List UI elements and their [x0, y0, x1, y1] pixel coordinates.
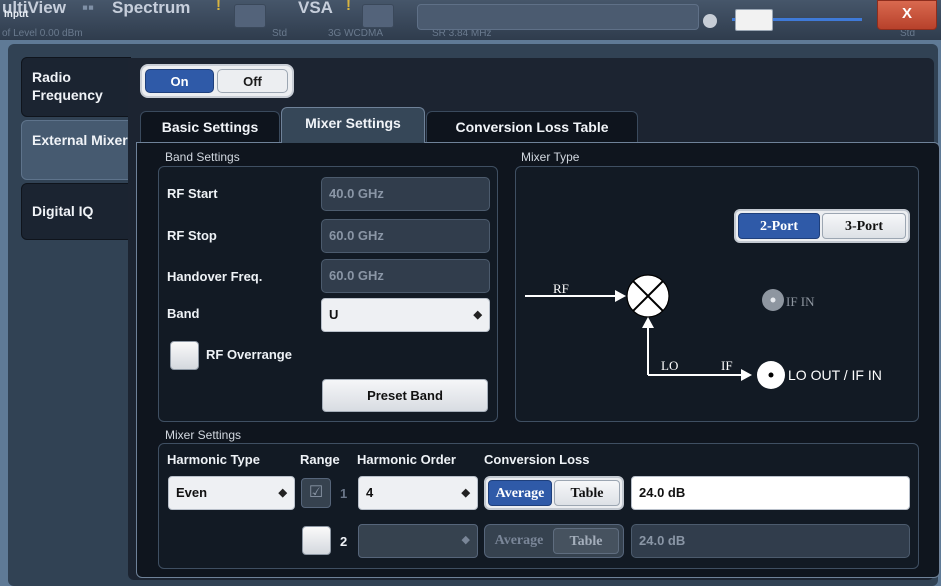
two-port-button[interactable]: 2-Port [738, 213, 820, 239]
rf-port-label: RF [553, 281, 569, 296]
sidetab-label: Radio Frequency [32, 69, 103, 103]
band-settings-title: Band Settings [165, 150, 240, 164]
harmonic-type-select[interactable]: Even ◆ [168, 476, 295, 510]
lo-out-if-in-label: LO OUT / IF IN [788, 367, 882, 383]
conversion-loss-2-input[interactable]: 24.0 dB [631, 524, 910, 558]
sidetab-label: External Mixer [32, 132, 128, 148]
handover-freq-field[interactable]: 60.0 GHz [321, 259, 490, 293]
average-button[interactable]: Average [488, 480, 552, 506]
preset-band-button[interactable]: Preset Band [322, 379, 488, 412]
on-button[interactable]: On [145, 69, 214, 93]
table-button[interactable]: Table [554, 480, 620, 506]
harmonic-order-value: 4 [366, 485, 374, 500]
conversion-loss-toggle-1[interactable]: Average Table [484, 476, 624, 510]
range-1-checkbox[interactable]: ☑ [301, 478, 331, 508]
range-1-number: 1 [340, 486, 348, 501]
harmonic-order-select[interactable]: 4 ◆ [358, 476, 478, 510]
tab-conversion-loss-table[interactable]: Conversion Loss Table [426, 111, 638, 143]
sidetab-digital-iq[interactable]: Digital IQ [21, 183, 131, 240]
close-button[interactable]: X [877, 0, 937, 30]
mixer-type-title: Mixer Type [521, 150, 580, 164]
range-header: Range [300, 452, 340, 467]
channel-button-1[interactable] [234, 4, 266, 28]
channel-button-2[interactable] [362, 4, 394, 28]
mixer-diagram [525, 274, 785, 389]
table-button-2[interactable]: Table [553, 528, 619, 554]
sidetab-external-mixer[interactable]: External Mixer [21, 120, 132, 180]
channel-icon: ▪▪ [82, 0, 95, 17]
rf-stop-field[interactable]: 60.0 GHz [321, 219, 490, 253]
conversion-loss-header: Conversion Loss [484, 452, 590, 467]
average-button-2[interactable]: Average [487, 528, 551, 554]
updown-arrow-icon: ◆ [461, 487, 470, 499]
conversion-loss-toggle-2[interactable]: Average Table [484, 524, 624, 558]
conversion-loss-input[interactable]: 24.0 dB [631, 476, 910, 510]
star-icon-2: ! [346, 0, 351, 14]
updown-arrow-icon: ◆ [461, 534, 470, 546]
lo-port-label: LO [661, 358, 679, 373]
tab-mixer-settings[interactable]: Mixer Settings [281, 107, 425, 143]
band-select-value: U [329, 307, 339, 322]
mixer-settings-title: Mixer Settings [165, 428, 242, 442]
range-2-checkbox[interactable] [302, 526, 331, 555]
std-value: 3G WCDMA [328, 28, 383, 39]
star-icon: ! [216, 0, 221, 14]
band-select[interactable]: U ◆ [321, 298, 490, 332]
off-button[interactable]: Off [217, 69, 288, 93]
rf-stop-label: RF Stop [167, 228, 217, 243]
harmonic-order-header: Harmonic Order [357, 452, 456, 467]
rf-overrange-checkbox[interactable] [170, 341, 199, 370]
sidetab-radio-frequency[interactable]: Radio Frequency [21, 57, 131, 117]
tab-vsa[interactable]: VSA [298, 0, 333, 18]
check-icon: ☑ [308, 484, 324, 501]
slider-thumb[interactable] [735, 9, 773, 31]
three-port-button[interactable]: 3-Port [822, 213, 906, 239]
band-label: Band [167, 306, 200, 321]
input-label: Input [4, 9, 29, 20]
handover-freq-label: Handover Freq. [167, 269, 263, 284]
power-toggle[interactable]: On Off [140, 64, 294, 98]
tab-spectrum[interactable]: Spectrum [112, 0, 190, 18]
range-2-number: 2 [340, 534, 348, 549]
ref-level-text: of Level 0.00 dBm [2, 28, 83, 39]
title-bar: ultiView Input of Level 0.00 dBm ▪▪ Spec… [0, 0, 941, 40]
harmonic-type-header: Harmonic Type [167, 452, 260, 467]
rf-start-label: RF Start [167, 186, 218, 201]
status-dot-icon [703, 14, 717, 28]
rf-overrange-label: RF Overrange [206, 347, 292, 362]
harmonic-type-value: Even [176, 485, 208, 500]
rf-start-field[interactable]: 40.0 GHz [321, 177, 490, 211]
tab-basic-settings[interactable]: Basic Settings [140, 111, 280, 143]
if-port-label: IF [721, 358, 733, 373]
harmonic-order-2-select[interactable]: ◆ [358, 524, 478, 558]
updown-arrow-icon: ◆ [473, 309, 482, 321]
info-field [417, 4, 699, 30]
updown-arrow-icon: ◆ [278, 487, 287, 499]
port-toggle[interactable]: 2-Port 3-Port [734, 209, 910, 243]
if-in-label: IF IN [786, 294, 815, 309]
std-label: Std [272, 28, 288, 39]
sidetab-label: Digital IQ [32, 203, 94, 219]
